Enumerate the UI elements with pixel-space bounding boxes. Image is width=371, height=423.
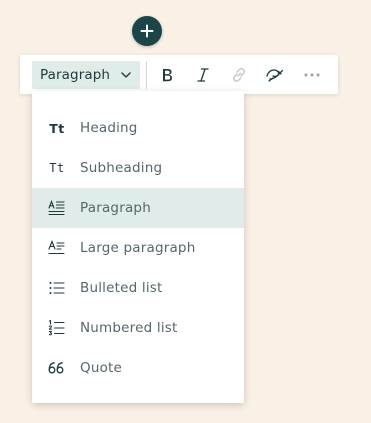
link-button[interactable] bbox=[228, 64, 250, 86]
menu-item-label: Paragraph bbox=[80, 200, 151, 216]
more-options-button[interactable] bbox=[301, 64, 323, 86]
menu-item-numbered-list[interactable]: Numbered list bbox=[32, 308, 244, 348]
menu-item-label: Quote bbox=[80, 360, 123, 376]
add-block-button[interactable] bbox=[132, 16, 162, 46]
menu-item-subheading[interactable]: Tt Subheading bbox=[32, 148, 244, 188]
link-icon bbox=[232, 68, 246, 82]
numbered-list-icon bbox=[46, 318, 68, 338]
menu-item-bulleted-list[interactable]: Bulleted list bbox=[32, 268, 244, 308]
menu-item-quote[interactable]: Quote bbox=[32, 348, 244, 388]
menu-item-label: Bulleted list bbox=[80, 280, 163, 296]
bold-icon bbox=[163, 69, 172, 82]
text-style-select-label: Paragraph bbox=[40, 67, 111, 83]
text-style-menu: Tt Heading Tt Subheading Paragraph Large… bbox=[32, 91, 244, 403]
italic-button[interactable] bbox=[192, 64, 214, 86]
bulleted-list-icon bbox=[46, 278, 68, 298]
highlight-button[interactable] bbox=[264, 64, 286, 86]
chevron-down-icon bbox=[121, 72, 131, 78]
formatting-toolbar: Paragraph bbox=[20, 55, 338, 94]
more-icon bbox=[304, 73, 320, 77]
menu-item-label: Heading bbox=[80, 120, 138, 136]
quote-icon bbox=[46, 358, 68, 378]
menu-item-label: Large paragraph bbox=[80, 240, 196, 256]
menu-item-label: Subheading bbox=[80, 160, 163, 176]
large-paragraph-icon bbox=[46, 238, 68, 258]
italic-icon bbox=[197, 68, 209, 82]
toolbar-divider bbox=[146, 61, 147, 89]
menu-item-label: Numbered list bbox=[80, 320, 178, 336]
menu-item-heading[interactable]: Tt Heading bbox=[32, 108, 244, 148]
paragraph-icon bbox=[46, 198, 68, 218]
text-style-select[interactable]: Paragraph bbox=[32, 61, 140, 89]
menu-item-paragraph[interactable]: Paragraph bbox=[32, 188, 244, 228]
plus-icon bbox=[140, 24, 154, 38]
subheading-icon: Tt bbox=[49, 161, 65, 175]
menu-item-large-paragraph[interactable]: Large paragraph bbox=[32, 228, 244, 268]
heading-icon: Tt bbox=[49, 120, 65, 136]
editor-canvas: Paragraph Tt Heading Tt Subheading Parag… bbox=[0, 0, 371, 423]
bold-button[interactable] bbox=[156, 64, 178, 86]
highlight-icon bbox=[266, 69, 284, 82]
